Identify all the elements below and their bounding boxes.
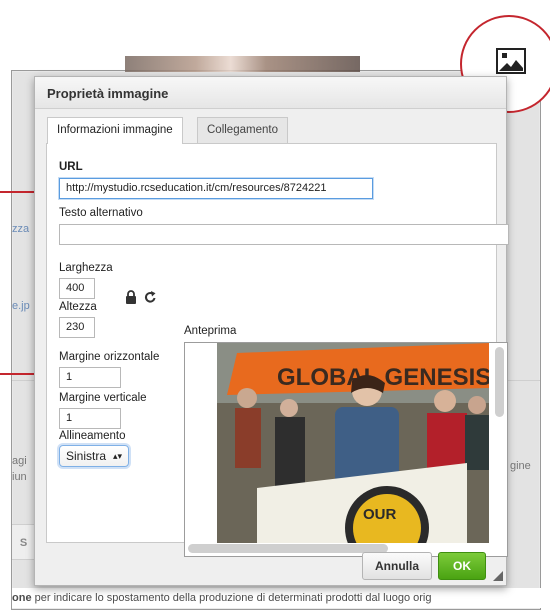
select-arrows-icon: ▴▾ [112,451,122,461]
height-input[interactable]: 230 [59,317,95,338]
image-preview: GLOBAL GENESIS OUR [184,342,508,557]
preview-horizontal-scrollbar[interactable] [188,544,388,553]
tab-panel-image-info: URL http://mystudio.rcseducation.it/cm/r… [46,143,509,557]
reset-size-icon[interactable] [144,290,157,304]
preview-vertical-scrollbar[interactable] [495,347,504,417]
background-text-fragment: iun [12,471,27,483]
background-link-fragment: e.jp [12,300,30,312]
alignment-select[interactable]: Sinistra ▴▾ [59,445,129,467]
cancel-button[interactable]: Annulla [362,552,432,580]
protest-photo: GLOBAL GENESIS OUR [217,343,489,543]
tab-image-info[interactable]: Informazioni immagine [47,117,183,144]
background-text-fragment: agi [12,455,27,467]
vertical-margin-label: Margine verticale [59,392,147,404]
width-label: Larghezza [59,262,113,274]
alt-text-input[interactable] [59,224,509,245]
resize-handle-icon[interactable] [493,571,503,581]
alignment-label: Allineamento [59,430,126,442]
url-label: URL [59,161,83,173]
width-input[interactable]: 400 [59,278,95,299]
ok-button[interactable]: OK [438,552,486,580]
background-text-fragment: gine [510,460,531,472]
image-icon[interactable] [496,46,526,76]
background-format-button: S [12,524,36,560]
lock-icon[interactable] [125,290,137,304]
alt-text-label: Testo alternativo [59,207,143,219]
alignment-select-value: Sinistra [66,449,107,463]
callout-line [0,191,38,193]
background-link-fragment: zza [12,223,30,235]
dialog-title[interactable]: Proprietà immagine [35,77,506,109]
height-label: Altezza [59,301,97,313]
background-paragraph: one per indicare lo spostamento della pr… [12,588,550,608]
vertical-margin-input[interactable]: 1 [59,408,121,429]
image-properties-dialog: Proprietà immagine Informazioni immagine… [34,76,509,586]
preview-photo: GLOBAL GENESIS OUR [217,343,489,543]
preview-label: Anteprima [184,325,237,337]
background-paragraph-text: per indicare lo spostamento della produz… [31,592,432,604]
background-paragraph-bold: one [12,592,32,604]
background-photo-strip [125,56,360,72]
horizontal-margin-label: Margine orizzontale [59,351,160,363]
tab-link[interactable]: Collegamento [197,117,288,143]
banner-text-secondary: OUR [363,506,397,523]
horizontal-margin-input[interactable]: 1 [59,367,121,388]
url-input[interactable]: http://mystudio.rcseducation.it/cm/resou… [59,178,373,199]
